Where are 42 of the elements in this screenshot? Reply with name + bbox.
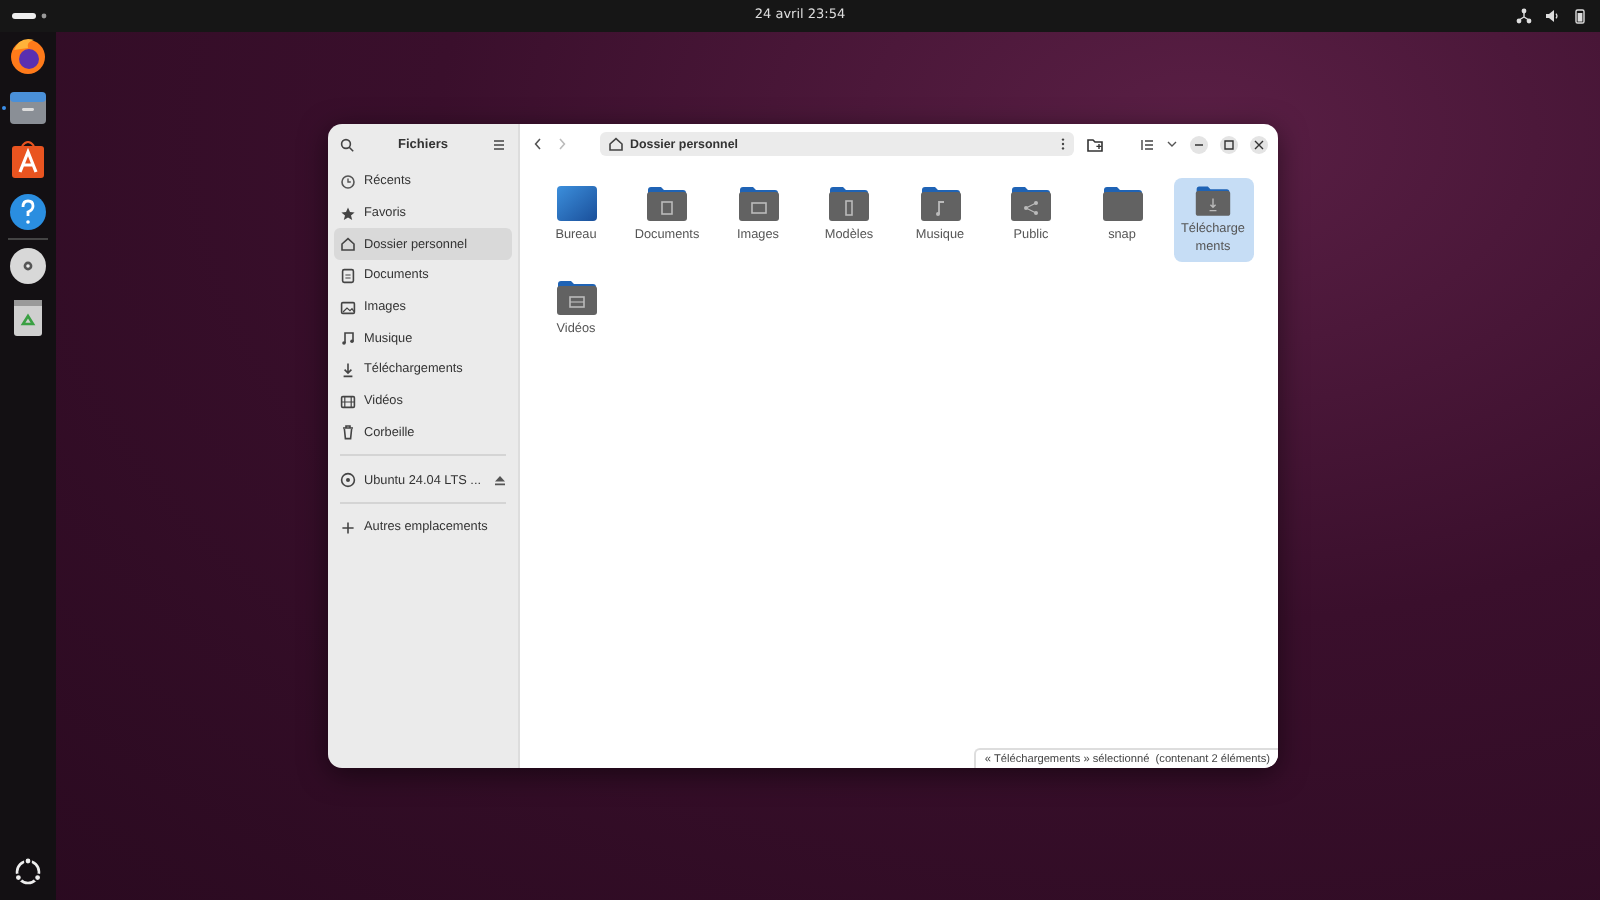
back-icon[interactable] xyxy=(532,136,544,152)
clock-icon xyxy=(340,173,356,190)
document-icon xyxy=(340,267,356,284)
folder-icon xyxy=(1101,184,1143,222)
list-view-icon[interactable] xyxy=(1140,137,1154,151)
eject-icon[interactable] xyxy=(494,474,506,487)
shopping-bag-icon[interactable] xyxy=(8,140,48,180)
home-icon xyxy=(608,136,624,152)
music-folder-icon xyxy=(919,184,961,222)
caret-icon[interactable] xyxy=(1166,138,1178,150)
plus-icon xyxy=(340,519,356,536)
help-icon[interactable] xyxy=(8,192,48,232)
share-folder-icon xyxy=(1010,184,1052,222)
download-icon xyxy=(340,361,356,378)
home-icon xyxy=(340,236,356,253)
volume-icon[interactable] xyxy=(1544,8,1560,24)
film-icon xyxy=(340,393,356,410)
desktop-folder-icon xyxy=(555,184,597,222)
document-folder-icon xyxy=(646,184,688,222)
maximize-icon[interactable] xyxy=(1220,135,1238,153)
film-folder-icon xyxy=(555,278,597,316)
app-grid-icon[interactable] xyxy=(12,856,44,888)
disc-icon[interactable] xyxy=(8,246,48,286)
more-options-icon[interactable] xyxy=(1060,136,1066,152)
network-icon[interactable] xyxy=(1516,8,1532,24)
battery-icon[interactable] xyxy=(1572,8,1588,24)
workspace-indicator-icon[interactable] xyxy=(12,10,48,22)
music-note-icon xyxy=(340,330,356,347)
file-cabinet-icon[interactable] xyxy=(8,88,48,128)
image-folder-icon xyxy=(737,184,779,222)
image-icon xyxy=(340,299,356,316)
close-icon[interactable] xyxy=(1250,135,1268,153)
new-folder-icon[interactable] xyxy=(1086,136,1104,152)
download-folder-icon xyxy=(1192,184,1234,217)
template-folder-icon xyxy=(828,184,870,222)
browser-icon[interactable] xyxy=(8,36,48,76)
trash-icon xyxy=(340,424,356,441)
search-icon[interactable] xyxy=(340,137,354,151)
menu-icon[interactable] xyxy=(492,137,506,151)
recycle-bin-icon[interactable] xyxy=(8,298,48,338)
disc-icon xyxy=(340,472,356,489)
star-icon xyxy=(340,205,356,222)
